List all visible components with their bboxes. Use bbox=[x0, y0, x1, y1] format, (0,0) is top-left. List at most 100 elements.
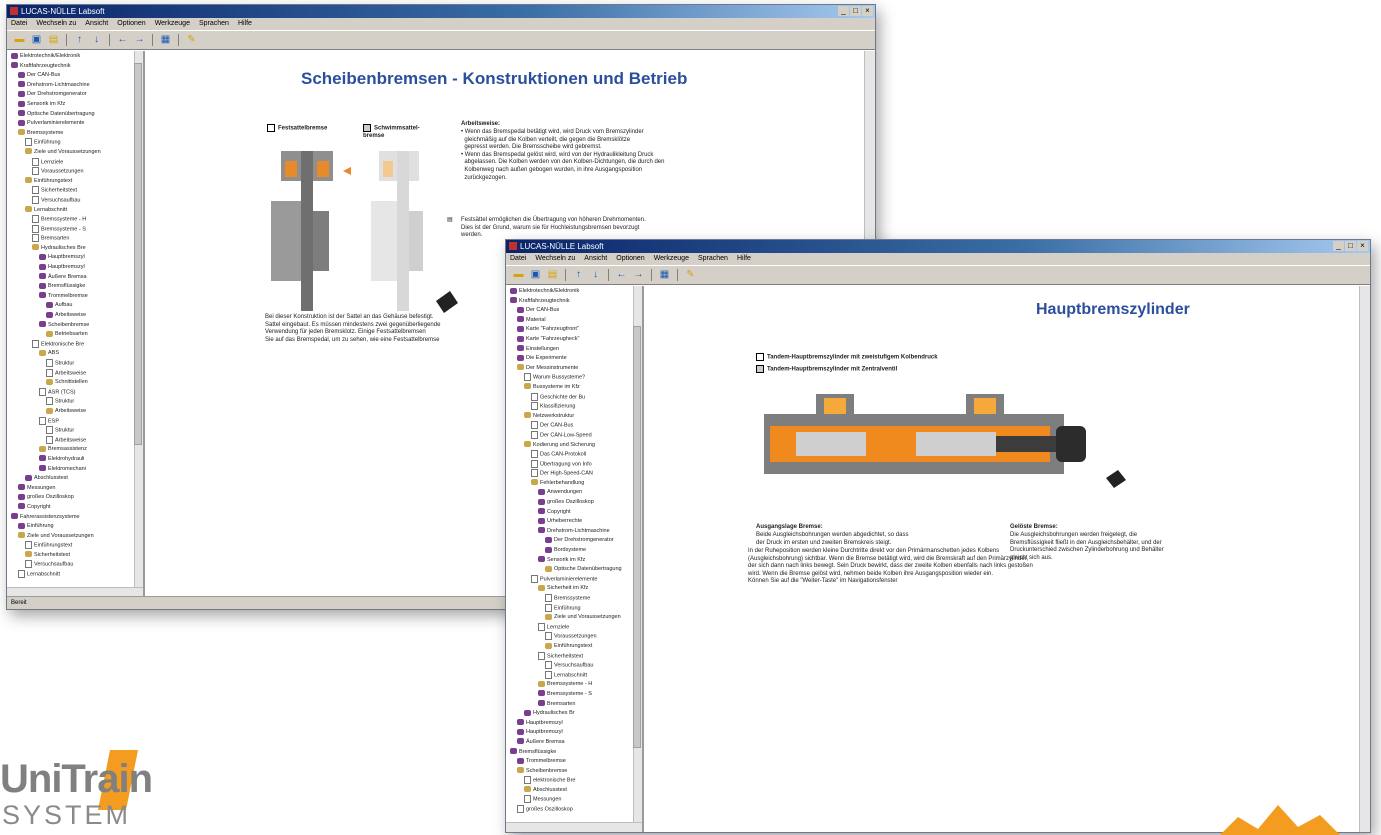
tree-item[interactable]: Abschlusstest bbox=[510, 786, 642, 796]
tree-item[interactable]: Optische Datenübertragung bbox=[510, 565, 642, 575]
tree-item[interactable]: großes Oszilloskop bbox=[11, 493, 143, 503]
maximize-button[interactable]: □ bbox=[850, 6, 861, 16]
open-icon[interactable]: ▬ bbox=[13, 34, 26, 46]
tree-item[interactable]: Bremsassistenz bbox=[11, 445, 143, 455]
tree-item[interactable]: Fahrerassistenzsysteme bbox=[11, 513, 143, 523]
print-icon[interactable]: ▤ bbox=[546, 269, 559, 281]
option-schwimmsattel[interactable]: Schwimmsattel-bremse bbox=[363, 124, 423, 141]
tree-item[interactable]: Sensorik im Kfz bbox=[11, 100, 143, 110]
tree-hscrollbar[interactable] bbox=[506, 822, 642, 832]
tree-item[interactable]: Bussysteme im Kfz bbox=[510, 383, 642, 393]
tree-item[interactable]: ABS bbox=[11, 349, 143, 359]
tree-item[interactable]: Arbeitsweise bbox=[11, 407, 143, 417]
tree-item[interactable]: Ziele und Voraussetzungen bbox=[11, 148, 143, 158]
tree-scrollbar[interactable] bbox=[134, 51, 143, 587]
tree-item[interactable]: Bremssysteme bbox=[510, 594, 642, 604]
tree-item[interactable]: elektronische Bre bbox=[510, 776, 642, 786]
arrow-down-icon[interactable]: ↓ bbox=[589, 269, 602, 281]
tree-item[interactable]: Der CAN-Low-Speed bbox=[510, 430, 642, 441]
tree-item[interactable]: Trommelbremse bbox=[510, 757, 642, 767]
tree-item[interactable]: Abschlusstest bbox=[11, 474, 143, 484]
grid-icon[interactable]: ▦ bbox=[658, 269, 671, 281]
close-button[interactable]: × bbox=[862, 6, 873, 16]
arrow-down-icon[interactable]: ↓ bbox=[90, 34, 103, 46]
tree-item[interactable]: Copyright bbox=[11, 503, 143, 513]
tree-item[interactable]: Hauptbremszyl bbox=[11, 253, 143, 263]
tree-item[interactable]: Klassifizierung bbox=[510, 402, 642, 412]
tree-item[interactable]: Sicherheitstext bbox=[11, 186, 143, 196]
tree-item[interactable]: Arbeitsweise bbox=[11, 435, 143, 446]
tree-item[interactable]: Kraftfahrzeugtechnik bbox=[510, 297, 642, 307]
minimize-button[interactable]: _ bbox=[838, 6, 849, 16]
tree-scrollbar[interactable] bbox=[633, 286, 642, 822]
menu-item[interactable]: Optionen bbox=[616, 253, 644, 265]
content-scrollbar[interactable] bbox=[1359, 286, 1370, 832]
menu-item[interactable]: Werkzeuge bbox=[155, 18, 190, 30]
tree-item[interactable]: Hydraulisches Bre bbox=[11, 244, 143, 254]
tree-item[interactable]: Voraussetzungen bbox=[11, 167, 143, 177]
tree-item[interactable]: Der Messinstrumente bbox=[510, 364, 642, 374]
tree-item[interactable]: Pulverlaminierelemente bbox=[510, 574, 642, 585]
tree-item[interactable]: Trommelbremse bbox=[11, 292, 143, 302]
menu-item[interactable]: Hilfe bbox=[238, 18, 252, 30]
tree-item[interactable]: Versuchsaufbau bbox=[510, 661, 642, 671]
tree-item[interactable]: Übertragung von Info bbox=[510, 459, 642, 470]
menu-item[interactable]: Wechseln zu bbox=[535, 253, 575, 265]
tree-item[interactable]: Elektrohydrauli bbox=[11, 455, 143, 465]
option-festsattel[interactable]: Festsattelbremse bbox=[267, 124, 327, 133]
grid-icon[interactable]: ▦ bbox=[159, 34, 172, 46]
minimize-button[interactable]: _ bbox=[1333, 241, 1344, 251]
open-icon[interactable]: ▬ bbox=[512, 269, 525, 281]
tree-item[interactable]: Bremssysteme bbox=[11, 129, 143, 139]
tree-item[interactable]: Lernabschnitt bbox=[11, 570, 143, 580]
save-icon[interactable]: ▣ bbox=[30, 34, 43, 46]
tree-item[interactable]: Pulverlaminierelemente bbox=[11, 119, 143, 129]
menu-item[interactable]: Sprachen bbox=[698, 253, 728, 265]
tree-item[interactable]: Ziele und Voraussetzungen bbox=[510, 613, 642, 623]
menu-item[interactable]: Werkzeuge bbox=[654, 253, 689, 265]
tree-item[interactable]: Drehstrom-Lichtmaschine bbox=[510, 527, 642, 537]
tree-item[interactable]: großes Oszilloskop bbox=[510, 805, 642, 815]
menu-item[interactable]: Wechseln zu bbox=[36, 18, 76, 30]
tree-item[interactable]: Sicherheitstext bbox=[11, 551, 143, 561]
close-button[interactable]: × bbox=[1357, 241, 1368, 251]
tree-item[interactable]: Anwendungen bbox=[510, 488, 642, 498]
option-zweistufig[interactable]: Tandem-Hauptbremszylinder mit zweistufig… bbox=[756, 353, 938, 362]
tree-item[interactable]: Hydraulisches Br bbox=[510, 709, 642, 719]
print-icon[interactable]: ▤ bbox=[47, 34, 60, 46]
tree-item[interactable]: Schnittstellen bbox=[11, 378, 143, 388]
tree-item[interactable]: Einführung bbox=[11, 138, 143, 148]
tree-item[interactable]: Hauptbremszyl bbox=[510, 728, 642, 738]
help-icon[interactable]: ✎ bbox=[684, 269, 697, 281]
tree-item[interactable]: großes Oszilloskop bbox=[510, 498, 642, 508]
tree-item[interactable]: Einführungstext bbox=[11, 541, 143, 551]
save-icon[interactable]: ▣ bbox=[529, 269, 542, 281]
menu-item[interactable]: Ansicht bbox=[85, 18, 108, 30]
tree-item[interactable]: Bremsflüssigke bbox=[11, 282, 143, 292]
tree-item[interactable]: Voraussetzungen bbox=[510, 632, 642, 642]
tree-item[interactable]: Arbeitsweise bbox=[11, 368, 143, 379]
tree-item[interactable]: ASR (TCS) bbox=[11, 387, 143, 398]
tree-item[interactable]: Netzwerkstruktur bbox=[510, 412, 642, 422]
tree-item[interactable]: Der Drehstromgenerator bbox=[11, 90, 143, 100]
tree-item[interactable]: Karte "Fahrzeugheck" bbox=[510, 335, 642, 345]
tree-item[interactable]: Lernziele bbox=[510, 622, 642, 633]
tree-item[interactable]: Einführungstext bbox=[11, 177, 143, 187]
menu-item[interactable]: Ansicht bbox=[584, 253, 607, 265]
tree-item[interactable]: Messungen bbox=[11, 484, 143, 494]
tree-item[interactable]: Elektronische Bre bbox=[11, 339, 143, 350]
tree-item[interactable]: Lernabschnitt bbox=[510, 670, 642, 681]
tree-item[interactable]: Scheibenbremse bbox=[11, 321, 143, 331]
menu-item[interactable]: Hilfe bbox=[737, 253, 751, 265]
tree-item[interactable]: Sicherheitstext bbox=[510, 651, 642, 662]
back-icon[interactable]: ← bbox=[116, 34, 129, 46]
tree-item[interactable]: Einstellungen bbox=[510, 345, 642, 355]
forward-icon[interactable]: → bbox=[133, 34, 146, 46]
tree-item[interactable]: Arbeitsweise bbox=[11, 311, 143, 321]
arrow-up-icon[interactable]: ↑ bbox=[73, 34, 86, 46]
tree-item[interactable]: Lernabschnitt bbox=[11, 206, 143, 216]
tree-item[interactable]: Geschichte der Bu bbox=[510, 392, 642, 403]
tree-item[interactable]: Bremsarten bbox=[510, 700, 642, 710]
tree-item[interactable]: ESP bbox=[11, 416, 143, 427]
tree-item[interactable]: Betriebsarten bbox=[11, 330, 143, 340]
